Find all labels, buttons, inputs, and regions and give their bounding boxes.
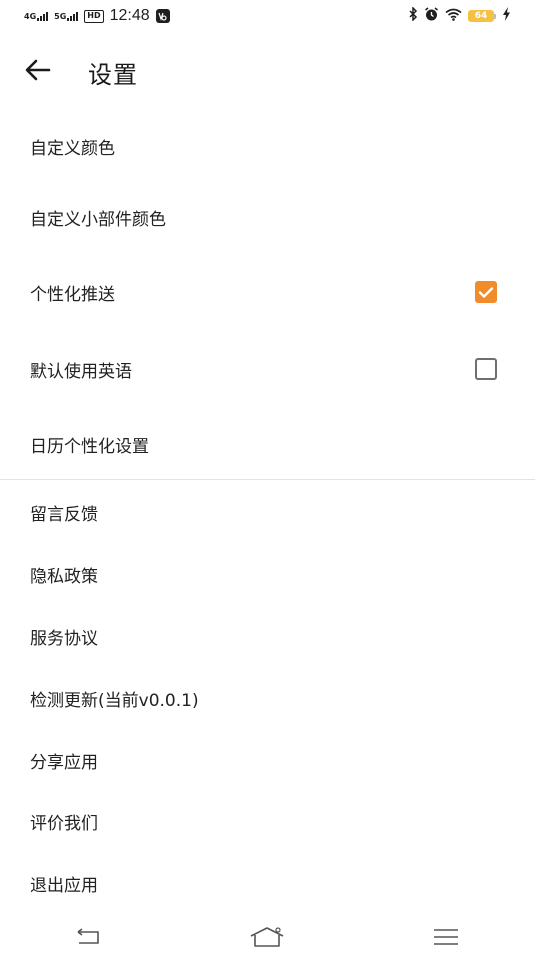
setting-custom-color[interactable]: 自定义颜色: [0, 124, 535, 168]
setting-label: 隐私政策: [30, 566, 98, 587]
setting-default-english[interactable]: 默认使用英语: [0, 347, 535, 391]
nav-home-button[interactable]: [237, 919, 297, 959]
setting-exit-app[interactable]: 退出应用: [0, 861, 535, 905]
setting-label: 自定义小部件颜色: [30, 209, 166, 230]
personalized-push-checkbox[interactable]: [475, 281, 497, 303]
net-5g-label: 5G: [54, 11, 67, 21]
status-bar-left: 4G 5G HD 12:48: [24, 7, 170, 25]
setting-privacy-policy[interactable]: 隐私政策: [0, 552, 535, 596]
menu-nav-icon: [432, 928, 460, 950]
check-icon: [478, 286, 494, 298]
setting-label: 留言反馈: [30, 504, 98, 525]
setting-label: 服务协议: [30, 628, 98, 649]
setting-label: 退出应用: [30, 875, 98, 896]
app-bar: 设置: [0, 46, 535, 98]
setting-label: 个性化推送: [30, 284, 115, 305]
setting-calendar-personalization[interactable]: 日历个性化设置: [0, 422, 535, 466]
setting-label: 自定义颜色: [30, 138, 115, 159]
setting-widget-color[interactable]: 自定义小部件颜色: [0, 195, 535, 239]
hd-voice-icon: HD: [84, 9, 104, 23]
back-button[interactable]: [18, 52, 58, 92]
nav-back-button[interactable]: [59, 919, 119, 959]
setting-rate-us[interactable]: 评价我们: [0, 799, 535, 843]
page-title: 设置: [88, 60, 138, 89]
cellular-5g-icon: 5G: [54, 11, 79, 21]
setting-label: 默认使用英语: [30, 361, 132, 382]
setting-feedback[interactable]: 留言反馈: [0, 490, 535, 534]
status-bar: 4G 5G HD 12:48 64: [0, 0, 535, 32]
battery-level: 64: [468, 10, 494, 22]
setting-share-app[interactable]: 分享应用: [0, 738, 535, 782]
setting-personalized-push[interactable]: 个性化推送: [0, 270, 535, 314]
clock-time: 12:48: [109, 7, 150, 24]
setting-label: 分享应用: [30, 752, 98, 773]
setting-service-agreement[interactable]: 服务协议: [0, 614, 535, 658]
nav-menu-button[interactable]: [416, 919, 476, 959]
cellular-4g-icon: 4G: [24, 11, 49, 21]
wifi-icon: [445, 7, 462, 25]
setting-label: 评价我们: [30, 813, 98, 834]
default-english-checkbox[interactable]: [475, 358, 497, 380]
setting-label: 检测更新(当前v0.0.1): [30, 690, 199, 711]
charging-icon: [502, 7, 511, 25]
home-nav-icon: [248, 926, 286, 952]
net-4g-label: 4G: [24, 11, 37, 21]
arrow-left-icon: [25, 59, 51, 85]
system-nav-bar: [0, 915, 535, 963]
section-divider: [0, 479, 535, 480]
battery-icon: 64: [468, 10, 496, 22]
volte-icon: [155, 9, 170, 23]
setting-label: 日历个性化设置: [30, 436, 149, 457]
bluetooth-icon: [408, 6, 418, 25]
back-nav-icon: [74, 927, 104, 951]
setting-check-update[interactable]: 检测更新(当前v0.0.1): [0, 676, 535, 720]
alarm-icon: [424, 6, 439, 26]
status-bar-right: 64: [408, 6, 511, 26]
